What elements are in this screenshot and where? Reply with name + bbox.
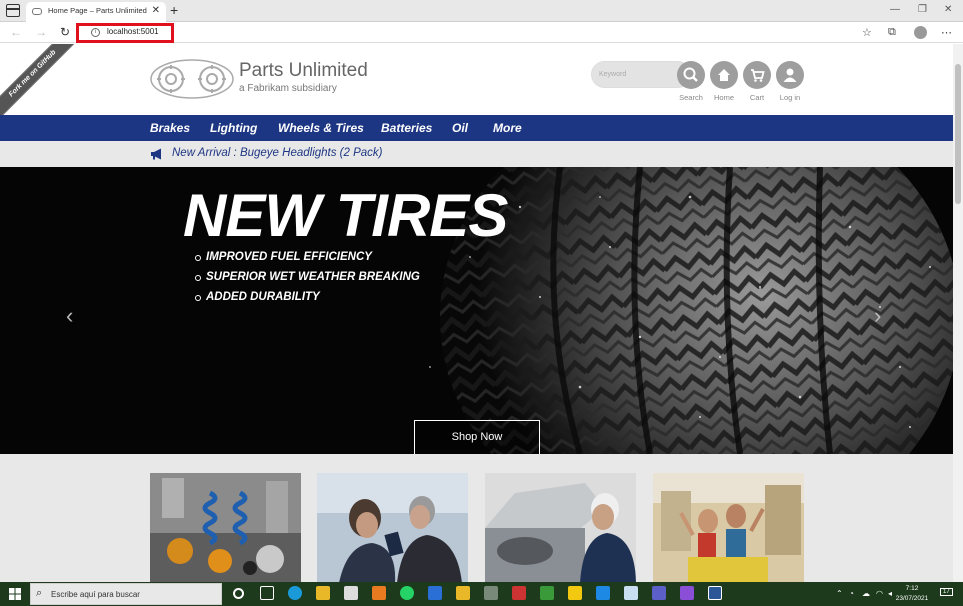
happy-customers-image xyxy=(653,473,804,582)
category-nav: Brakes Lighting Wheels & Tires Batteries… xyxy=(0,115,953,141)
search-placeholder: Keyword xyxy=(599,71,627,78)
category-cards xyxy=(0,454,953,582)
back-icon[interactable]: ← xyxy=(10,25,22,39)
nav-batteries[interactable]: Batteries xyxy=(381,121,432,135)
scrollbar-thumb[interactable] xyxy=(955,64,961,204)
promo-link[interactable]: New Arrival : Bugeye Headlights (2 Pack) xyxy=(172,147,383,159)
search-input[interactable]: Keyword xyxy=(591,61,691,88)
web-page: Fork me on GitHub Parts Unlimited a Fabr… xyxy=(0,44,953,582)
home-button[interactable] xyxy=(710,61,738,89)
page-favicon-icon xyxy=(32,8,42,15)
card-service[interactable] xyxy=(317,473,468,582)
profile-avatar[interactable] xyxy=(914,26,927,39)
clock-time[interactable]: 7:12 xyxy=(892,585,932,592)
address-bar: ← → ↻ i localhost:5001 ☆ ⧉ ⋯ xyxy=(0,22,963,43)
close-tab-icon[interactable]: ✕ xyxy=(152,5,160,16)
customer-service-image xyxy=(317,473,468,582)
browser-tab[interactable]: Home Page – Parts Unlimited ✕ xyxy=(26,2,166,22)
megaphone-icon xyxy=(151,148,161,160)
nav-lighting[interactable]: Lighting xyxy=(210,121,257,135)
nav-oil[interactable]: Oil xyxy=(452,121,468,135)
app-icon[interactable] xyxy=(484,586,498,600)
close-window-icon[interactable]: ✕ xyxy=(944,4,952,15)
file-explorer-icon[interactable] xyxy=(316,586,330,600)
site-info-icon[interactable]: i xyxy=(91,27,100,37)
tab-actions-icon[interactable] xyxy=(6,4,20,17)
site-logo[interactable]: Parts Unlimited a Fabrikam subsidiary xyxy=(150,58,390,100)
network-icon[interactable]: ◔ xyxy=(849,589,854,598)
logo-gears-icon xyxy=(150,59,234,99)
url-field[interactable]: i localhost:5001 xyxy=(76,23,174,43)
taskbar-search-text: Escribe aquí para buscar xyxy=(51,590,140,599)
shop-now-button[interactable]: Shop Now xyxy=(414,420,540,454)
task-view-icon[interactable] xyxy=(260,586,274,600)
windows-start-icon[interactable] xyxy=(9,588,21,600)
whatsapp-icon[interactable] xyxy=(400,586,414,600)
url-text[interactable]: localhost:5001 xyxy=(107,27,159,36)
card-customers[interactable] xyxy=(653,473,804,582)
nav-brakes[interactable]: Brakes xyxy=(150,121,190,135)
search-icon xyxy=(683,67,698,82)
search-button[interactable] xyxy=(677,61,705,89)
promo-bar: New Arrival : Bugeye Headlights (2 Pack) xyxy=(0,141,953,167)
page-scrollbar[interactable] xyxy=(953,44,963,582)
edge-icon[interactable] xyxy=(288,586,302,600)
store-icon[interactable] xyxy=(344,586,358,600)
restore-icon[interactable]: ❐ xyxy=(918,4,927,15)
carousel-prev-icon[interactable]: ‹ xyxy=(66,303,73,329)
cortana-icon[interactable] xyxy=(233,588,244,599)
tab-title: Home Page – Parts Unlimited xyxy=(48,6,147,15)
media-player-icon[interactable] xyxy=(372,586,386,600)
carousel-next-icon[interactable]: › xyxy=(874,303,881,329)
clock-date[interactable]: 23/07/2021 xyxy=(892,595,932,602)
cart-icon xyxy=(751,69,765,82)
app-icon[interactable] xyxy=(624,586,638,600)
home-icon xyxy=(718,69,730,81)
hero-feature: SUPERIOR WET WEATHER BREAKING xyxy=(195,271,420,291)
visual-studio-icon[interactable] xyxy=(680,586,694,600)
nav-wheels-tires[interactable]: Wheels & Tires xyxy=(278,121,364,135)
mechanic-image xyxy=(485,473,636,582)
cart-button[interactable] xyxy=(743,61,771,89)
more-menu-icon[interactable]: ⋯ xyxy=(941,26,952,39)
app-icon[interactable] xyxy=(512,586,526,600)
refresh-icon[interactable]: ↻ xyxy=(60,25,70,39)
card-parts[interactable] xyxy=(150,473,301,582)
windows-taskbar: ⌕ Escribe aquí para buscar ⌃ ◔ ☁ ◠ ◂ 7:1… xyxy=(0,582,963,606)
parts-image xyxy=(150,473,301,582)
login-button[interactable] xyxy=(776,61,804,89)
vscode-icon[interactable] xyxy=(596,586,610,600)
search-icon: ⌕ xyxy=(36,587,43,599)
word-icon[interactable] xyxy=(708,586,722,600)
fork-github-ribbon[interactable]: Fork me on GitHub xyxy=(0,44,78,119)
browser-tab-bar: Home Page – Parts Unlimited ✕ + — ❐ ✕ xyxy=(0,0,963,22)
folder-icon[interactable] xyxy=(456,586,470,600)
app-icon[interactable] xyxy=(540,586,554,600)
logo-subtitle: a Fabrikam subsidiary xyxy=(239,83,337,94)
tray-chevron-icon[interactable]: ⌃ xyxy=(836,589,843,598)
hero-title: NEW TIRES xyxy=(183,182,508,249)
power-bi-icon[interactable] xyxy=(568,586,582,600)
user-icon xyxy=(783,68,797,82)
login-label[interactable]: Log in xyxy=(770,93,810,102)
taskbar-search-input[interactable]: ⌕ Escribe aquí para buscar xyxy=(30,583,222,605)
app-icon[interactable] xyxy=(428,586,442,600)
teams-icon[interactable] xyxy=(652,586,666,600)
hero-feature: ADDED DURABILITY xyxy=(195,291,420,311)
new-tab-icon[interactable]: + xyxy=(170,2,178,18)
forward-icon[interactable]: → xyxy=(35,25,47,39)
hero-feature-list: IMPROVED FUEL EFFICIENCY SUPERIOR WET WE… xyxy=(195,251,420,311)
collections-icon[interactable]: ⧉ xyxy=(888,26,896,39)
hero-carousel: NEW TIRES IMPROVED FUEL EFFICIENCY SUPER… xyxy=(0,167,953,454)
hero-feature: IMPROVED FUEL EFFICIENCY xyxy=(195,251,420,271)
card-mechanic[interactable] xyxy=(485,473,636,582)
favorite-star-icon[interactable]: ☆ xyxy=(862,26,872,39)
minimize-icon[interactable]: — xyxy=(890,4,900,15)
logo-title: Parts Unlimited xyxy=(239,60,368,81)
notifications-icon[interactable]: 17 xyxy=(940,588,953,596)
cloud-icon[interactable]: ☁ xyxy=(862,589,870,598)
wifi-icon[interactable]: ◠ xyxy=(876,589,883,598)
nav-more[interactable]: More xyxy=(493,121,522,135)
